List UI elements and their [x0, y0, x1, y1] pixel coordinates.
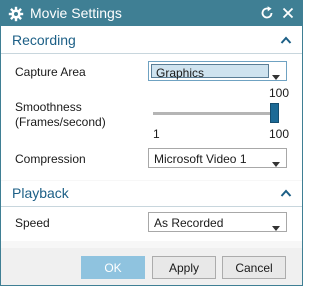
title-bar: Movie Settings: [1, 1, 302, 26]
refresh-icon[interactable]: [259, 5, 275, 21]
divider: [1, 53, 302, 54]
capture-area-selection: Graphics: [151, 64, 269, 80]
compression-label: Compression: [15, 152, 86, 166]
compression-select[interactable]: Microsoft Video 1: [148, 148, 287, 168]
playback-section-header[interactable]: Playback: [1, 181, 302, 205]
apply-button[interactable]: Apply: [152, 256, 216, 279]
capture-area-select[interactable]: Graphics: [148, 61, 287, 81]
chevron-down-icon: [272, 69, 280, 80]
speed-label: Speed: [15, 216, 50, 230]
movie-settings-dialog: Movie Settings Recording Capture Area Gr…: [0, 0, 303, 286]
recording-section-header[interactable]: Recording: [1, 28, 302, 52]
chevron-up-icon[interactable]: [280, 34, 292, 44]
playback-section-title: Playback: [12, 185, 69, 201]
capture-area-value: Graphics: [156, 66, 205, 80]
recording-panel: Recording Capture Area Graphics Smoothne…: [1, 26, 302, 180]
smoothness-min-label: 1: [153, 127, 160, 141]
chevron-down-icon: [272, 220, 280, 231]
dialog-footer: OK Apply Cancel: [1, 248, 302, 285]
close-icon[interactable]: [280, 5, 296, 21]
chevron-down-icon: [272, 156, 280, 167]
smoothness-label-line2: (Frames/second): [15, 115, 106, 129]
smoothness-slider[interactable]: [153, 112, 279, 115]
smoothness-label-line1: Smoothness: [15, 100, 82, 114]
gear-icon: [8, 6, 24, 22]
smoothness-slider-thumb[interactable]: [270, 103, 279, 123]
cancel-button[interactable]: Cancel: [222, 256, 286, 279]
dialog-title: Movie Settings: [30, 5, 122, 21]
smoothness-value: 100: [269, 86, 290, 100]
divider: [1, 206, 302, 207]
smoothness-max-label: 100: [269, 127, 290, 141]
ok-button[interactable]: OK: [81, 256, 145, 279]
speed-select[interactable]: As Recorded: [148, 212, 287, 232]
compression-value: Microsoft Video 1: [154, 152, 247, 166]
capture-area-label: Capture Area: [15, 65, 86, 79]
chevron-up-icon[interactable]: [280, 187, 292, 197]
playback-panel: Playback Speed As Recorded: [1, 181, 302, 241]
speed-value: As Recorded: [154, 216, 224, 230]
recording-section-title: Recording: [12, 32, 76, 48]
